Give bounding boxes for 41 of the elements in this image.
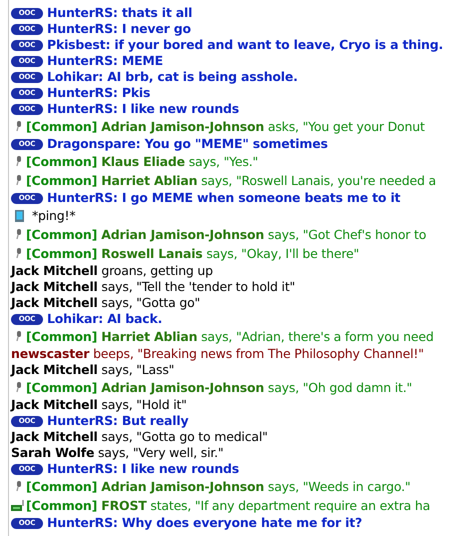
say-message: Jack Mitchell says, "Gotta go to medical" (11, 429, 268, 445)
microphone-icon (15, 382, 22, 393)
radio-message: [Common] Roswell Lanais says, "Okay, I'll be there" (26, 246, 360, 262)
radio-message: [Common] Harriet Ablian says, "Adrian, there's a form you need (26, 328, 434, 344)
ooc-message: HunterRS: Pkis (47, 85, 150, 101)
radio-message: [Common] Harriet Ablian says, "Roswell Lanais, you're needed a (26, 172, 436, 188)
ooc-message: Pkisbest: if your bored and want to leave, Cryo is a thing. (47, 37, 444, 53)
microphone-icon (15, 229, 22, 240)
say-message: Jack Mitchell says, "Gotta go" (11, 295, 200, 311)
say-message: Jack Mitchell says, "Tell the 'tender to hold it" (11, 279, 296, 295)
radio-message: [Common] FROST states, "If any department require an extra ha (26, 498, 430, 514)
ooc-message: HunterRS: Why does everyone hate me for it? (47, 515, 362, 531)
ooc-message: HunterRS: But really (47, 413, 188, 429)
ping-message: *ping!* (32, 208, 76, 224)
ooc-message: HunterRS: thats it all (47, 5, 192, 21)
ooc-message: HunterRS: I like new rounds (47, 101, 240, 117)
ooc-message: HunterRS: I go MEME when someone beats me to it (47, 190, 400, 206)
say-message: Jack Mitchell says, "Lass" (11, 362, 174, 378)
radio-message: [Common] Adrian Jamison-Johnson says, "Got Chef's honor to (26, 226, 426, 242)
say-message: Jack Mitchell groans, getting up (11, 263, 213, 279)
microphone-icon (15, 481, 22, 492)
microphone-icon (15, 175, 22, 186)
ooc-message: HunterRS: I never go (47, 21, 191, 37)
say-message: Jack Mitchell says, "Hold it" (11, 397, 187, 413)
radio-message: [Common] Adrian Jamison-Johnson says, "Oh god damn it." (26, 380, 412, 396)
microphone-icon (15, 248, 22, 259)
ooc-message: HunterRS: I like new rounds (47, 461, 240, 477)
machine-message: newscaster beeps, "Breaking news from The Philosophy Channel!" (11, 346, 424, 362)
pda-icon (15, 210, 24, 222)
microphone-icon (15, 331, 22, 342)
device-icon (11, 500, 25, 512)
radio-message: [Common] Adrian Jamison-Johnson asks, "You get your Donut (26, 118, 425, 134)
say-message: Sarah Wolfe says, "Very well, sir." (11, 445, 224, 461)
radio-message: [Common] Adrian Jamison-Johnson says, "Weeds in cargo." (26, 478, 410, 494)
ooc-message: Lohikar: AI brb, cat is being asshole. (47, 69, 298, 85)
ooc-message: HunterRS: MEME (47, 53, 164, 69)
microphone-icon (15, 121, 22, 132)
microphone-icon (15, 156, 22, 167)
ooc-message: Dragonspare: You go "MEME" sometimes (47, 136, 328, 152)
radio-message: [Common] Klaus Eliade says, "Yes." (26, 154, 258, 170)
ooc-message: Lohikar: AI back. (47, 311, 162, 327)
